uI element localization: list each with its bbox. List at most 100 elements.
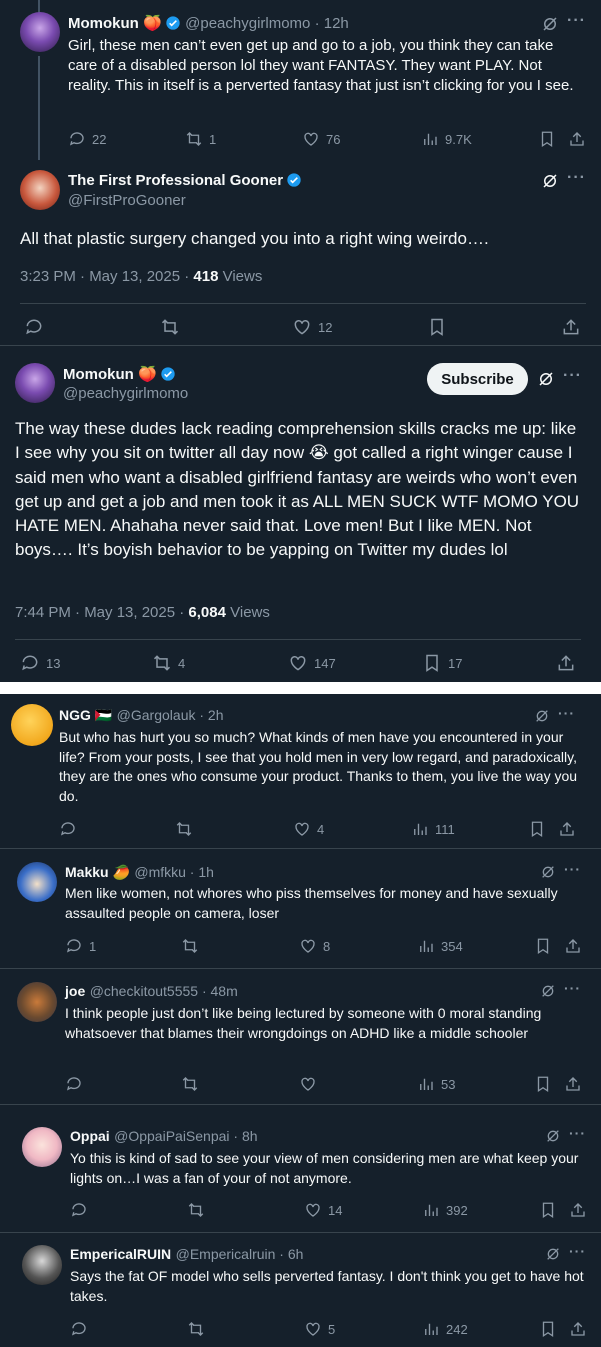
repost-button[interactable] — [175, 820, 193, 838]
more-icon[interactable]: ··· — [563, 367, 582, 385]
author-name[interactable]: Momokun 🍑 — [63, 366, 157, 383]
views-button[interactable]: 392 — [422, 1201, 468, 1219]
author-handle[interactable]: @checkitout5555 · 48m — [90, 983, 238, 999]
share-icon — [571, 1322, 585, 1336]
reply-button[interactable]: 1 — [65, 937, 96, 955]
post-text: The way these dudes lack reading compreh… — [15, 419, 580, 560]
reply-icon — [71, 1322, 86, 1336]
more-icon[interactable]: ··· — [558, 705, 575, 721]
bookmark-button[interactable] — [427, 317, 447, 337]
more-icon[interactable]: ··· — [569, 1243, 586, 1259]
reply-button[interactable] — [24, 317, 44, 337]
subscribe-button[interactable]: Subscribe — [427, 363, 528, 395]
thread-line — [38, 56, 40, 160]
repost-button[interactable] — [181, 1075, 199, 1093]
author-handle[interactable]: @peachygirlmomo · 12h — [185, 15, 349, 32]
grok-icon[interactable] — [540, 864, 556, 880]
bookmark-button[interactable] — [528, 820, 546, 838]
share-icon — [566, 1077, 580, 1091]
like-button[interactable]: 4 — [293, 820, 324, 838]
like-button[interactable]: 76 — [302, 130, 340, 148]
views-button[interactable]: 354 — [417, 937, 463, 955]
more-icon[interactable]: ··· — [564, 980, 581, 996]
share-button[interactable] — [569, 1320, 587, 1338]
repost-button[interactable]: 4 — [152, 653, 185, 673]
grok-icon[interactable] — [540, 983, 556, 999]
views-button[interactable]: 9.7K — [421, 130, 472, 148]
verified-badge-icon — [166, 16, 180, 30]
author-name[interactable]: EmpericalRUIN — [70, 1246, 171, 1262]
repost-button[interactable] — [187, 1201, 205, 1219]
author-handle[interactable]: @OppaiPaiSenpai · 8h — [114, 1128, 257, 1144]
grok-icon[interactable] — [537, 370, 555, 388]
grok-icon[interactable] — [545, 1128, 561, 1144]
bookmark-button[interactable] — [539, 1201, 557, 1219]
share-button[interactable] — [556, 653, 576, 673]
like-button[interactable]: 12 — [292, 317, 332, 337]
more-icon[interactable]: ··· — [567, 12, 586, 30]
post-header: joe @checkitout5555 · 48m — [65, 983, 238, 1001]
bookmark-button[interactable] — [539, 1320, 557, 1338]
views-button[interactable]: 53 — [417, 1075, 455, 1093]
author-handle[interactable]: @mfkku · 1h — [134, 864, 214, 880]
bookmark-button[interactable] — [538, 130, 556, 148]
heart-icon — [306, 1203, 320, 1217]
avatar[interactable] — [11, 704, 53, 746]
reply-button[interactable] — [70, 1201, 88, 1219]
bookmark-button[interactable] — [534, 937, 552, 955]
like-button[interactable]: 8 — [299, 937, 330, 955]
avatar[interactable] — [22, 1127, 62, 1167]
author-handle[interactable]: @FirstProGooner — [68, 192, 186, 209]
bookmark-button[interactable]: 17 — [422, 653, 462, 673]
like-button[interactable]: 5 — [304, 1320, 335, 1338]
author-handle[interactable]: @peachygirlmomo — [63, 385, 188, 402]
grok-icon[interactable] — [545, 1246, 561, 1262]
reply-button[interactable] — [65, 1075, 83, 1093]
share-icon — [571, 1203, 585, 1217]
author-name[interactable]: joe — [65, 983, 85, 999]
grok-icon[interactable] — [541, 172, 559, 190]
repost-button[interactable] — [181, 937, 199, 955]
like-button[interactable]: 14 — [304, 1201, 342, 1219]
share-button[interactable] — [569, 1201, 587, 1219]
avatar[interactable] — [20, 12, 60, 52]
reply-button[interactable]: 13 — [20, 653, 60, 673]
share-button[interactable] — [568, 130, 586, 148]
avatar[interactable] — [17, 862, 57, 902]
heart-icon — [290, 655, 306, 671]
author-handle[interactable]: @Gargolauk · 2h — [117, 707, 224, 723]
like-button[interactable] — [299, 1075, 317, 1093]
more-icon[interactable]: ··· — [564, 861, 581, 877]
author-name[interactable]: Oppai — [70, 1128, 110, 1144]
grok-icon[interactable] — [534, 708, 550, 724]
avatar[interactable] — [15, 363, 55, 403]
bookmark-icon — [542, 1202, 554, 1219]
like-button[interactable]: 147 — [288, 653, 336, 673]
share-button[interactable] — [564, 937, 582, 955]
author-name[interactable]: Momokun 🍑 — [68, 15, 162, 32]
avatar[interactable] — [20, 170, 60, 210]
views-button[interactable]: 242 — [422, 1320, 468, 1338]
reply-button[interactable] — [70, 1320, 88, 1338]
author-name[interactable]: NGG 🇵🇸 — [59, 707, 112, 723]
author-name[interactable]: Makku 🥭 — [65, 864, 130, 880]
author-name[interactable]: The First Professional Gooner — [68, 172, 283, 189]
avatar[interactable] — [22, 1245, 62, 1285]
avatar[interactable] — [17, 982, 57, 1022]
divider — [15, 639, 581, 640]
grok-icon[interactable] — [541, 15, 559, 33]
views-button[interactable]: 111 — [411, 820, 455, 838]
share-button[interactable] — [564, 1075, 582, 1093]
share-button[interactable] — [561, 317, 581, 337]
repost-button[interactable] — [160, 317, 180, 337]
more-icon[interactable]: ··· — [569, 1125, 586, 1141]
bookmark-button[interactable] — [534, 1075, 552, 1093]
share-icon — [558, 655, 574, 671]
author-handle[interactable]: @Empericalruin · 6h — [176, 1246, 304, 1262]
reply-button[interactable] — [59, 820, 77, 838]
reply-button[interactable]: 22 — [68, 130, 106, 148]
share-button[interactable] — [558, 820, 576, 838]
repost-button[interactable]: 1 — [185, 130, 216, 148]
more-icon[interactable]: ··· — [567, 169, 586, 187]
repost-button[interactable] — [187, 1320, 205, 1338]
